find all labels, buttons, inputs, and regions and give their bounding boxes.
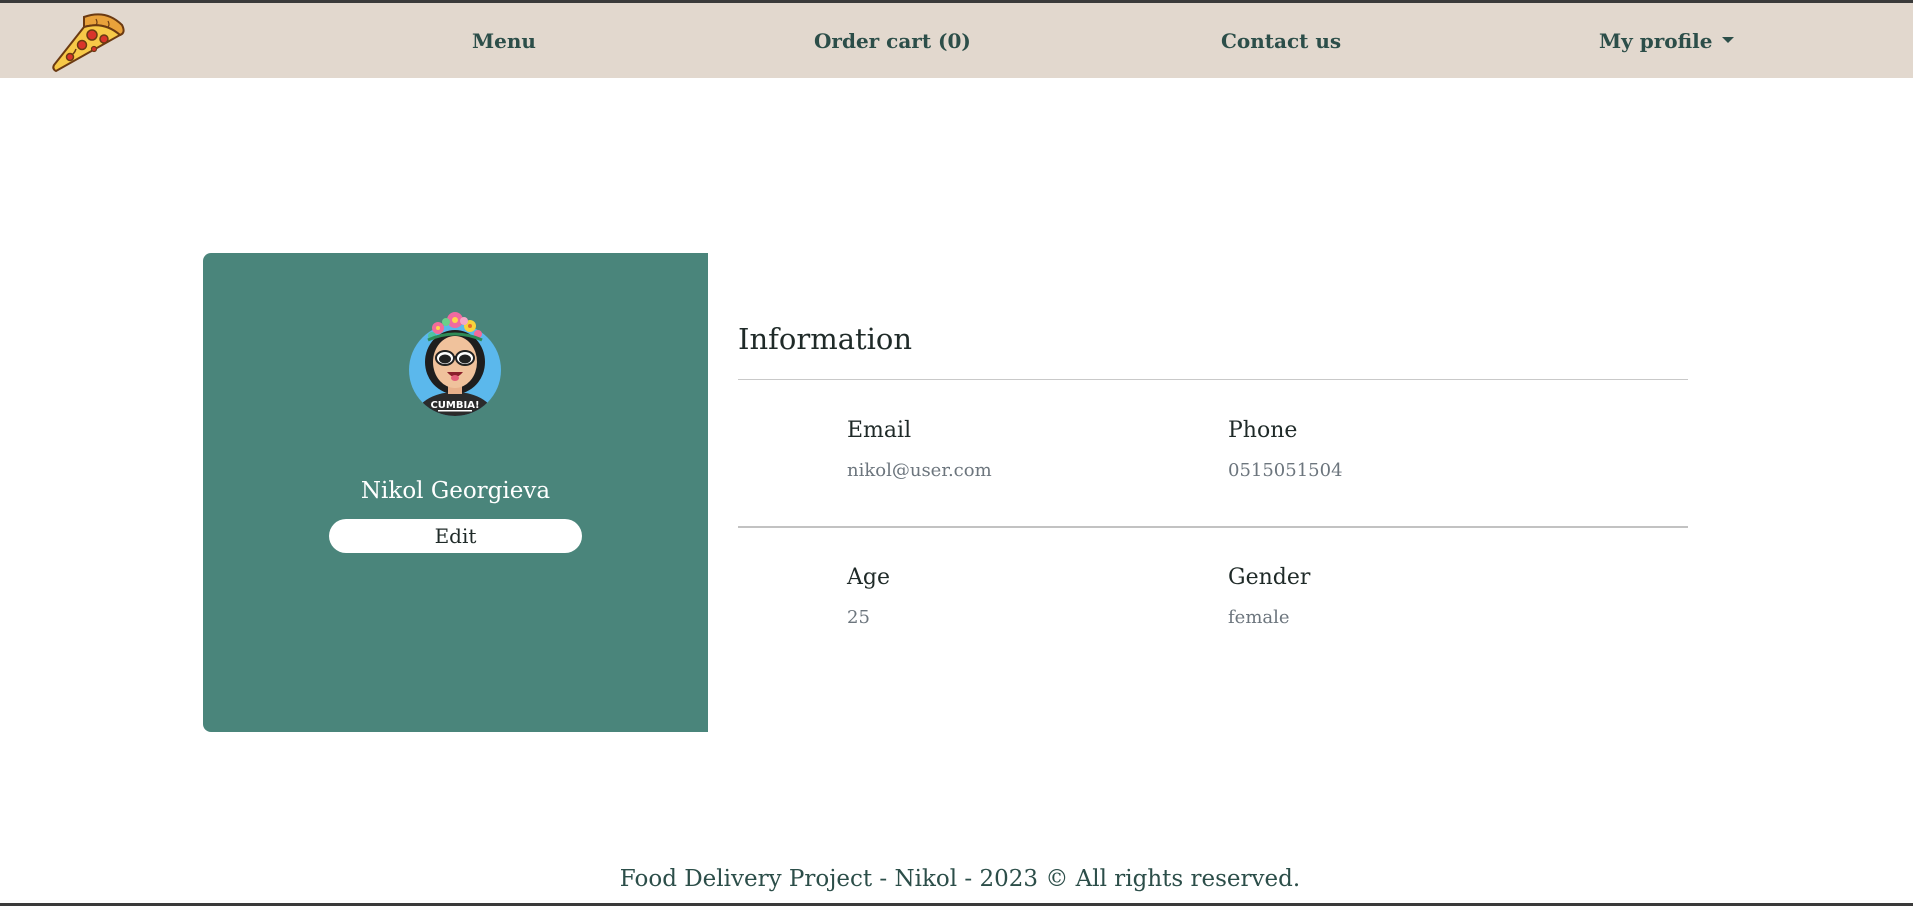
gender-label: Gender: [1228, 565, 1311, 590]
email-value: nikol@user.com: [847, 460, 992, 481]
age-value: 25: [847, 607, 870, 628]
nav-my-profile-dropdown[interactable]: My profile: [1599, 29, 1735, 53]
age-label: Age: [847, 565, 890, 590]
nav-my-profile-label: My profile: [1599, 29, 1713, 53]
email-label: Email: [847, 418, 912, 443]
nav-contact-link[interactable]: Contact us: [1221, 29, 1341, 53]
footer-copyright: Food Delivery Project - Nikol - 2023 © A…: [619, 866, 1301, 892]
nav-order-cart-link[interactable]: Order cart (0): [814, 29, 971, 53]
information-heading: Information: [738, 322, 913, 356]
avatar: CUMBIA!: [408, 310, 503, 418]
phone-value: 0515051504: [1228, 460, 1343, 481]
edit-profile-button[interactable]: Edit: [329, 519, 582, 553]
divider: [738, 526, 1688, 528]
phone-label: Phone: [1228, 418, 1298, 443]
profile-card: CUMBIA! Nikol Georgieva Edit: [203, 253, 708, 732]
caret-down-icon: [1722, 36, 1735, 43]
svg-text:CUMBIA!: CUMBIA!: [430, 400, 479, 411]
navbar: Menu Order cart (0) Contact us My profil…: [0, 3, 1913, 78]
nav-menu-link[interactable]: Menu: [472, 29, 536, 53]
gender-value: female: [1228, 607, 1290, 628]
pizza-logo-icon[interactable]: [46, 9, 126, 75]
profile-name: Nikol Georgieva: [360, 478, 551, 504]
divider: [738, 379, 1688, 380]
